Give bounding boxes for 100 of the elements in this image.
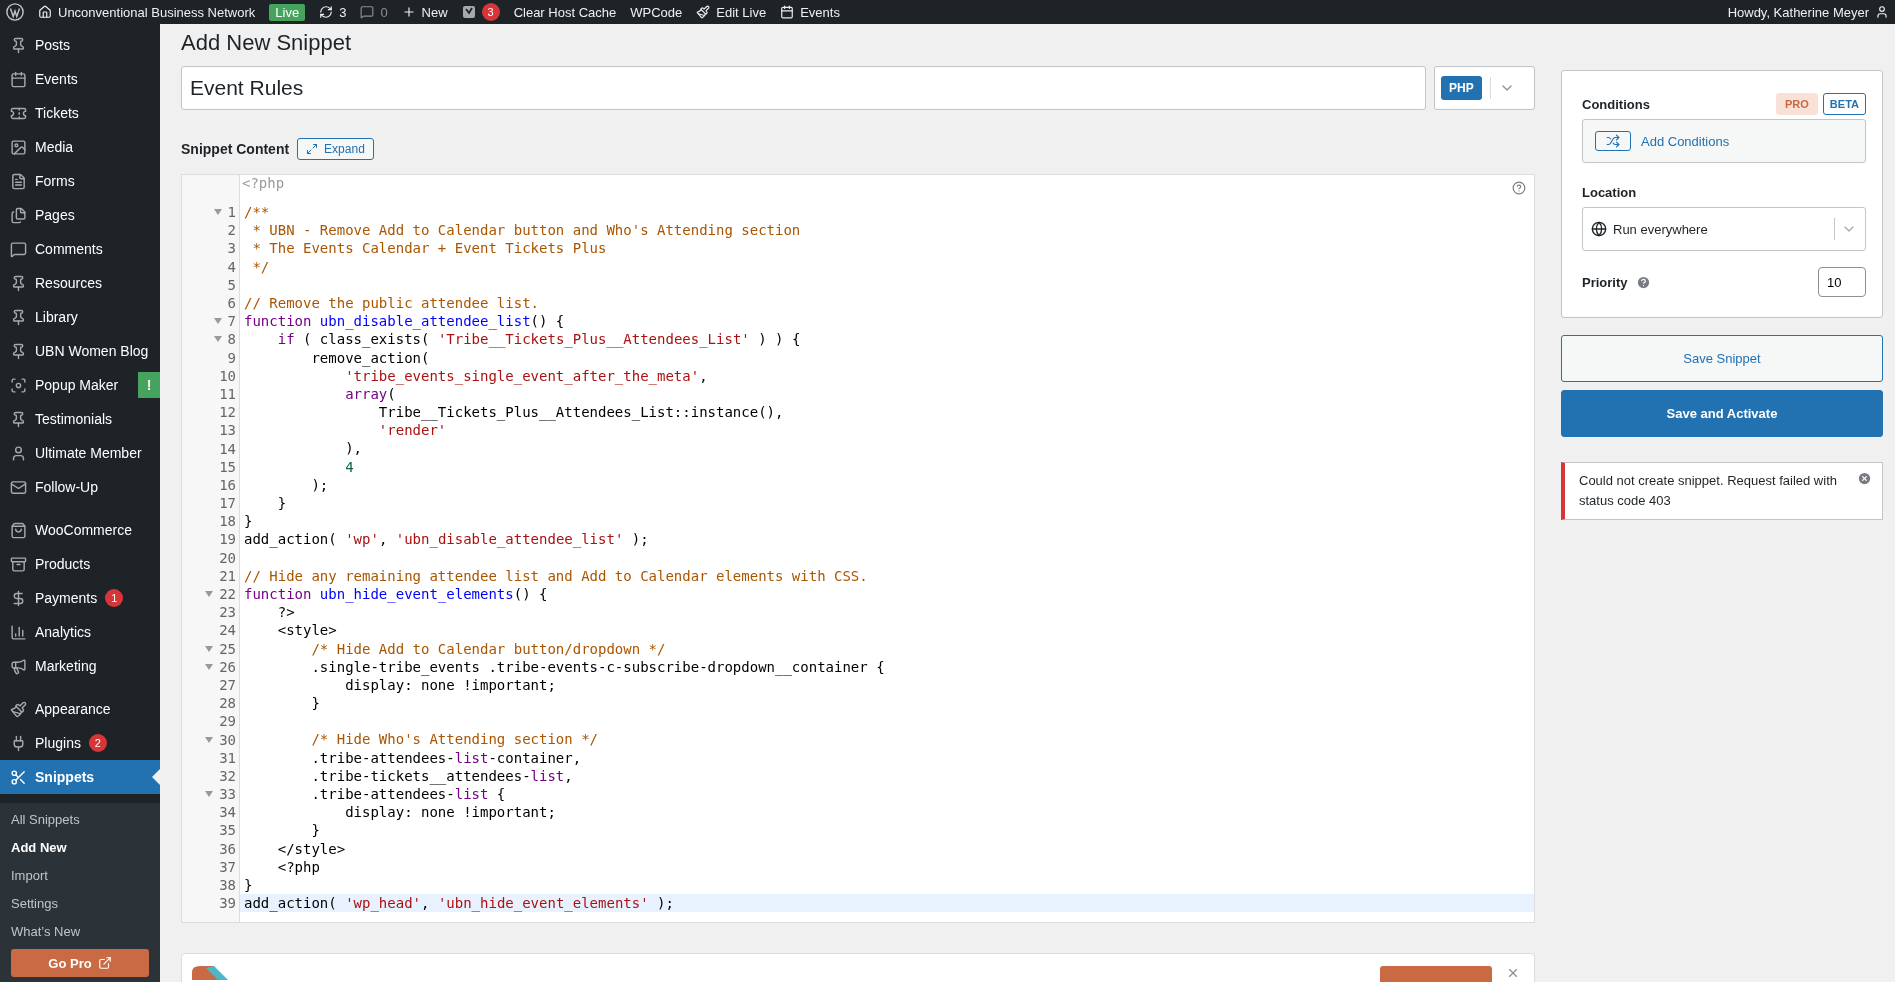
site-link[interactable]: Unconventional Business Network xyxy=(38,4,256,20)
help-icon[interactable] xyxy=(1512,181,1526,195)
user-icon xyxy=(10,444,27,462)
sidebar-item[interactable]: Products xyxy=(0,547,160,581)
priority-field[interactable]: 10 xyxy=(1818,267,1866,297)
code-line: } xyxy=(276,494,287,513)
submenu-item[interactable]: Import xyxy=(0,861,160,889)
close-icon[interactable] xyxy=(1857,471,1872,486)
popup-icon xyxy=(10,376,27,394)
home-icon xyxy=(38,5,52,19)
sidebar-item[interactable]: Library xyxy=(0,300,160,334)
line-number: 10 xyxy=(219,367,236,384)
title-field[interactable]: Event Rules xyxy=(181,66,1426,110)
go-pro-button[interactable]: Go Pro xyxy=(11,949,149,977)
submenu-item[interactable]: All Snippets xyxy=(0,805,160,833)
fold-arrow-icon[interactable] xyxy=(205,735,214,744)
fold-arrow-icon[interactable] xyxy=(205,590,214,599)
sidebar-item[interactable]: Payments 1 xyxy=(0,581,160,615)
line-number: 28 xyxy=(219,695,236,712)
expand-button[interactable]: Expand xyxy=(297,138,374,160)
avatar-icon xyxy=(1875,5,1889,19)
sidebar-item[interactable]: Media xyxy=(0,130,160,164)
sidebar-item[interactable]: Ultimate Member xyxy=(0,436,160,470)
toolbar-link[interactable]: WPCode xyxy=(630,4,683,20)
line-number: 18 xyxy=(219,513,236,530)
code-line: display: none !important; xyxy=(344,803,556,822)
pin-icon xyxy=(10,308,27,326)
sidebar-item[interactable]: Tickets xyxy=(0,96,160,130)
language-select[interactable]: PHP xyxy=(1434,66,1535,110)
code-line: } xyxy=(243,512,253,531)
sidebar-item[interactable]: Snippets xyxy=(0,760,160,794)
sidebar-item[interactable]: Follow-Up xyxy=(0,470,160,504)
section-label: Snippet Content xyxy=(181,141,290,157)
bar-chart-icon xyxy=(10,623,27,641)
comments-link[interactable]: 0 xyxy=(360,4,388,20)
shop-icon xyxy=(10,521,27,539)
code-line: add_action( 'wp', 'ubn_disable_attendee_list' ); xyxy=(243,530,649,549)
code-line: ); xyxy=(310,475,329,494)
wordpress-logo-icon[interactable] xyxy=(6,3,24,21)
sidebar-item[interactable]: Resources xyxy=(0,266,160,300)
brush-icon xyxy=(696,5,711,19)
code-line: if ( class_exists( 'Tribe__Tickets_Plus__Attendees_List' ) ) { xyxy=(276,330,801,349)
fold-arrow-icon[interactable] xyxy=(213,317,222,326)
sidebar-item[interactable]: Posts xyxy=(0,28,160,62)
line-number: 6 xyxy=(227,295,236,312)
calendar-icon xyxy=(780,5,795,19)
sidebar-item[interactable]: Analytics xyxy=(0,615,160,649)
line-number: 20 xyxy=(219,549,236,566)
line-number: 34 xyxy=(219,804,236,821)
sidebar-item[interactable]: Marketing xyxy=(0,649,160,683)
save-button[interactable]: Save Snippet xyxy=(1561,335,1883,382)
toolbar-link[interactable]: Clear Host Cache xyxy=(513,4,617,20)
fold-arrow-icon[interactable] xyxy=(213,208,222,217)
code-line: </style> xyxy=(276,839,346,858)
page-title: Add New Snippet xyxy=(181,30,352,56)
line-number: 12 xyxy=(219,404,236,421)
code-line: Tribe__Tickets_Plus__Attendees_List::instance(), xyxy=(377,403,784,422)
line-number: 17 xyxy=(219,495,236,512)
submenu-item[interactable]: Add New xyxy=(0,833,160,861)
updates-link[interactable]: 3 xyxy=(319,4,347,20)
fold-arrow-icon[interactable] xyxy=(213,335,222,344)
save-activate-button[interactable]: Save and Activate xyxy=(1561,390,1883,437)
location-select[interactable]: Run everywhere xyxy=(1582,207,1866,251)
sidebar-item[interactable]: Comments xyxy=(0,232,160,266)
notification-count: 1 xyxy=(105,589,124,607)
sidebar-item[interactable]: Pages xyxy=(0,198,160,232)
submenu-item[interactable]: What’s New xyxy=(0,917,160,945)
fold-arrow-icon[interactable] xyxy=(205,790,214,799)
line-number: 30 xyxy=(219,731,236,748)
line-number: 22 xyxy=(219,586,236,603)
line-number: 15 xyxy=(219,458,236,475)
sidebar-item[interactable]: Appearance xyxy=(0,692,160,726)
edit-link[interactable]: Edit Live xyxy=(696,4,767,20)
calendar-icon xyxy=(10,70,27,88)
fold-arrow-icon[interactable] xyxy=(205,644,214,653)
pin-icon xyxy=(10,36,27,54)
megaphone-icon xyxy=(10,657,27,675)
sidebar-item[interactable]: Events xyxy=(0,62,160,96)
line-number: 27 xyxy=(219,676,236,693)
comment-icon xyxy=(360,5,375,19)
line-number: 14 xyxy=(219,440,236,457)
sidebar-item[interactable]: UBN Women Blog xyxy=(0,334,160,368)
form-icon xyxy=(10,172,27,190)
sidebar-item[interactable]: Testimonials xyxy=(0,402,160,436)
sidebar-item[interactable]: WooCommerce xyxy=(0,513,160,547)
sidebar-item[interactable]: Plugins 2 xyxy=(0,726,160,760)
submenu-item[interactable]: Settings xyxy=(0,889,160,917)
conditions-label: Conditions xyxy=(1582,96,1650,112)
beta-tag: BETA xyxy=(1822,93,1866,115)
add-conditions-button[interactable]: Add Conditions xyxy=(1595,131,1730,151)
new-link[interactable]: New xyxy=(401,4,448,20)
line-number: 23 xyxy=(219,604,236,621)
sidebar-item[interactable]: Forms xyxy=(0,164,160,198)
conditions-box[interactable]: Add Conditions xyxy=(1582,119,1866,163)
fold-arrow-icon[interactable] xyxy=(205,662,214,671)
sidebar-item[interactable]: Popup Maker ! xyxy=(0,368,160,402)
user-greeting[interactable]: Howdy, Katherine Meyer xyxy=(1727,4,1889,20)
image-icon xyxy=(10,138,27,156)
events-link[interactable]: Events xyxy=(780,4,840,20)
code-editor[interactable] xyxy=(181,174,1535,924)
